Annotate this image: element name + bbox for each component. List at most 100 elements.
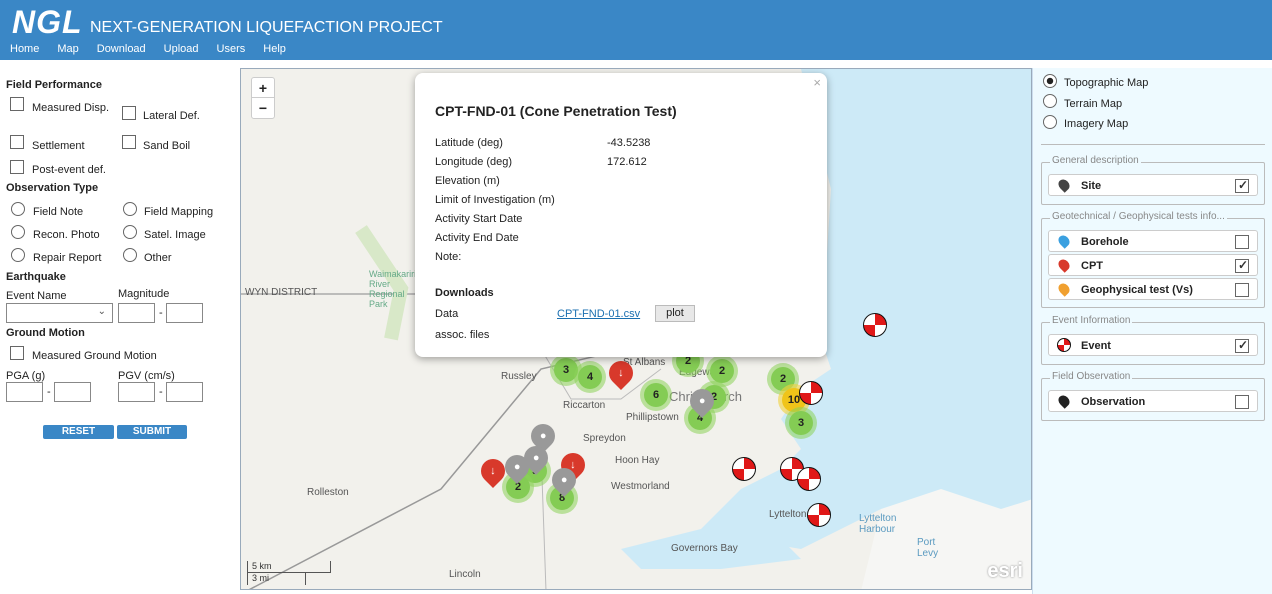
nav-users[interactable]: Users bbox=[217, 43, 246, 55]
event-marker[interactable] bbox=[807, 503, 831, 527]
event-marker[interactable] bbox=[863, 313, 887, 337]
nav-download[interactable]: Download bbox=[97, 43, 146, 55]
close-icon[interactable]: × bbox=[813, 75, 821, 90]
field-label: Elevation (m) bbox=[435, 175, 500, 187]
layer-item-site[interactable]: Site bbox=[1048, 174, 1258, 196]
event-marker[interactable] bbox=[799, 381, 823, 405]
event-name-select[interactable]: ⌄ bbox=[6, 303, 113, 323]
borehole-checkbox[interactable] bbox=[1235, 235, 1249, 249]
map-label: Lincoln bbox=[449, 569, 481, 580]
measured-disp-checkbox[interactable] bbox=[10, 97, 24, 111]
field-label: Longitude (deg) bbox=[435, 156, 513, 168]
measured-ground-motion-label: Measured Ground Motion bbox=[32, 350, 157, 362]
borehole-pin-icon bbox=[1056, 233, 1072, 249]
observation-pin-icon bbox=[1056, 393, 1072, 409]
layer-item-geophysical[interactable]: Geophysical test (Vs) bbox=[1048, 278, 1258, 300]
magnitude-max-input[interactable] bbox=[166, 303, 203, 323]
pgv-min-input[interactable] bbox=[118, 382, 155, 402]
submit-button[interactable]: SUBMIT bbox=[117, 425, 187, 439]
nav-help[interactable]: Help bbox=[263, 43, 286, 55]
repair-report-label: Repair Report bbox=[33, 252, 102, 264]
reset-button[interactable]: RESET bbox=[43, 425, 114, 439]
magnitude-min-input[interactable] bbox=[118, 303, 155, 323]
geophysical-pin-icon bbox=[1056, 281, 1072, 297]
field-label: Activity Start Date bbox=[435, 213, 523, 225]
cluster-marker[interactable]: 6 bbox=[640, 379, 672, 411]
other-label: Other bbox=[144, 252, 172, 264]
field-performance-heading: Field Performance bbox=[6, 79, 102, 91]
field-note-radio[interactable] bbox=[11, 202, 25, 216]
event-beachball-icon bbox=[1057, 338, 1071, 352]
terrain-map-radio[interactable] bbox=[1043, 94, 1057, 108]
general-description-group: General description Site bbox=[1041, 155, 1265, 205]
topographic-map-radio[interactable] bbox=[1043, 74, 1057, 88]
pga-max-input[interactable] bbox=[54, 382, 91, 402]
field-note-label: Field Note bbox=[33, 206, 84, 218]
geotechnical-tests-group: Geotechnical / Geophysical tests info...… bbox=[1041, 211, 1265, 308]
field-observation-group: Field Observation Observation bbox=[1041, 371, 1265, 421]
field-value: -43.5238 bbox=[607, 137, 651, 149]
measured-ground-motion-checkbox[interactable] bbox=[10, 346, 24, 360]
map-view[interactable]: WYN DISTRICT Waimakariri River Regional … bbox=[240, 68, 1032, 590]
settlement-label: Settlement bbox=[32, 140, 85, 152]
observation-type-heading: Observation Type bbox=[6, 182, 99, 194]
repair-report-radio[interactable] bbox=[11, 248, 25, 262]
plot-button[interactable]: plot bbox=[655, 305, 695, 322]
map-label: Waimakariri River Regional Park bbox=[369, 269, 417, 309]
map-label: Spreydon bbox=[583, 433, 626, 444]
settlement-checkbox[interactable] bbox=[10, 135, 24, 149]
main-nav: Home Map Download Upload Users Help bbox=[10, 43, 286, 55]
lateral-def-checkbox[interactable] bbox=[122, 106, 136, 120]
field-label: Activity End Date bbox=[435, 232, 519, 244]
cpt-pin-icon bbox=[1056, 257, 1072, 273]
event-checkbox[interactable] bbox=[1235, 338, 1249, 353]
layer-item-borehole[interactable]: Borehole bbox=[1048, 230, 1258, 252]
cpt-checkbox[interactable] bbox=[1235, 258, 1249, 273]
site-pin-icon bbox=[1056, 177, 1072, 193]
chevron-down-icon: ⌄ bbox=[97, 306, 106, 317]
nav-map[interactable]: Map bbox=[57, 43, 78, 55]
dash: - bbox=[159, 386, 163, 398]
sand-boil-checkbox[interactable] bbox=[122, 135, 136, 149]
ground-motion-heading: Ground Motion bbox=[6, 327, 85, 339]
csv-download-link[interactable]: CPT-FND-01.csv bbox=[557, 308, 640, 320]
cluster-marker[interactable]: 3 bbox=[785, 407, 817, 439]
map-label: Lyttelton bbox=[769, 509, 807, 520]
arrow-down-icon: ↓ bbox=[618, 367, 624, 379]
imagery-map-radio[interactable] bbox=[1043, 115, 1057, 129]
pga-min-input[interactable] bbox=[6, 382, 43, 402]
other-radio[interactable] bbox=[123, 248, 137, 262]
cluster-marker[interactable]: 4 bbox=[574, 361, 606, 393]
event-name-label: Event Name bbox=[6, 290, 67, 302]
field-mapping-radio[interactable] bbox=[123, 202, 137, 216]
nav-upload[interactable]: Upload bbox=[164, 43, 199, 55]
zoom-control: + − bbox=[251, 77, 275, 119]
recon-photo-label: Recon. Photo bbox=[33, 229, 100, 241]
logo: NGL bbox=[12, 4, 83, 40]
event-marker[interactable] bbox=[732, 457, 756, 481]
pgv-max-input[interactable] bbox=[166, 382, 203, 402]
layer-item-cpt[interactable]: CPT bbox=[1048, 254, 1258, 276]
layer-item-event[interactable]: Event bbox=[1048, 334, 1258, 356]
zoom-out-button[interactable]: − bbox=[252, 98, 274, 118]
scale-bar: 5 km 3 mi bbox=[247, 561, 331, 585]
layer-item-observation[interactable]: Observation bbox=[1048, 390, 1258, 412]
recon-photo-radio[interactable] bbox=[11, 225, 25, 239]
observation-checkbox[interactable] bbox=[1235, 395, 1249, 409]
sand-boil-label: Sand Boil bbox=[143, 140, 191, 152]
satel-image-radio[interactable] bbox=[123, 225, 137, 239]
map-label: Riccarton bbox=[563, 400, 606, 411]
site-info-popup: × CPT-FND-01 (Cone Penetration Test) Lat… bbox=[415, 73, 827, 357]
basemap-label: Terrain Map bbox=[1064, 98, 1123, 110]
event-marker[interactable] bbox=[797, 467, 821, 491]
site-checkbox[interactable] bbox=[1235, 178, 1249, 193]
geophysical-checkbox[interactable] bbox=[1235, 283, 1249, 297]
pga-label: PGA (g) bbox=[6, 370, 46, 382]
post-event-def-label: Post-event def. bbox=[32, 164, 106, 176]
nav-home[interactable]: Home bbox=[10, 43, 39, 55]
arrow-down-icon: ↓ bbox=[490, 465, 496, 477]
post-event-def-checkbox[interactable] bbox=[10, 160, 24, 174]
zoom-in-button[interactable]: + bbox=[252, 78, 274, 98]
dash: - bbox=[47, 386, 51, 398]
map-label: Hoon Hay bbox=[615, 455, 660, 466]
